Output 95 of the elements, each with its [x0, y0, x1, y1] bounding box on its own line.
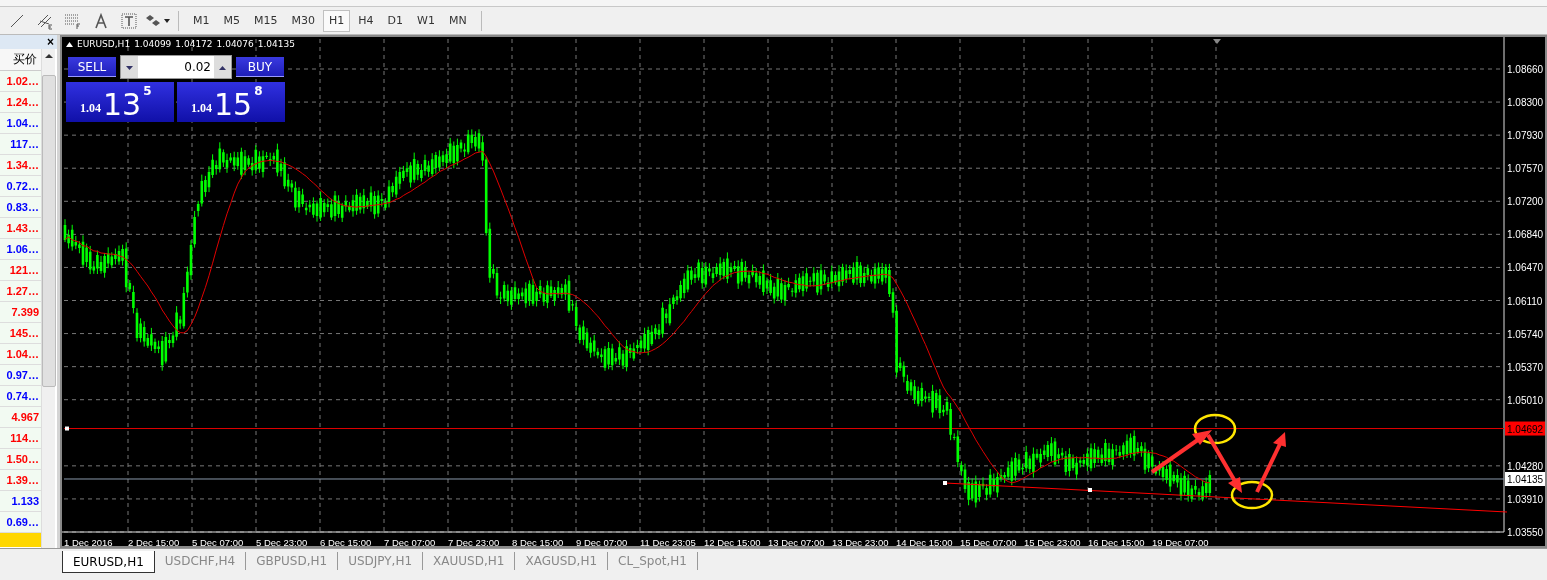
text-tool-icon[interactable]	[94, 12, 108, 29]
column-header[interactable]: 买价	[0, 49, 41, 71]
decrease-button[interactable]	[121, 56, 138, 78]
bid-price-cell[interactable]: 1.04…	[0, 113, 41, 134]
time-axis-label: 15 Dec 07:00	[960, 537, 1017, 546]
price-axis-label: 1.06840	[1507, 229, 1544, 241]
bid-price-cell[interactable]: 7.399	[0, 302, 41, 323]
bid-price-cell[interactable]: 1.50…	[0, 449, 41, 470]
anchor-point[interactable]	[65, 426, 69, 431]
bid-price-cell[interactable]: 1.39…	[0, 470, 41, 491]
bid-price-cell[interactable]: 0.83…	[0, 197, 41, 218]
last-price-badge: 1.04135	[1505, 472, 1545, 486]
time-axis-label: 9 Dec 07:00	[576, 537, 628, 546]
bid-price-cell[interactable]: 0.72…	[0, 176, 41, 197]
bid-price-cell[interactable]: 0.69…	[0, 512, 41, 533]
timeframe-button[interactable]: M30	[285, 9, 321, 32]
sell-button[interactable]: SELL	[68, 57, 116, 77]
timeframe-button[interactable]: MN	[442, 9, 473, 32]
price-chart[interactable]	[62, 37, 1545, 546]
price-axis-label: 1.05740	[1507, 328, 1544, 340]
time-axis-label: 12 Dec 15:00	[704, 537, 761, 546]
price-axis-label: 1.07570	[1507, 163, 1544, 175]
close-button[interactable]: ×	[47, 36, 54, 48]
timeframe-button[interactable]: H4	[352, 9, 380, 32]
time-axis-label: 8 Dec 15:00	[512, 537, 564, 546]
arrow[interactable]	[1206, 434, 1242, 493]
price-axis-label: 1.08660	[1507, 64, 1544, 75]
price-axis-label: 1.06470	[1507, 262, 1544, 274]
scrollbar[interactable]	[41, 49, 55, 548]
bid-price-cell[interactable]: 0.97…	[0, 365, 41, 386]
time-axis-label: 11 Dec 23:05	[640, 537, 696, 546]
time-axis-label: 13 Dec 23:00	[832, 537, 889, 546]
timeframe-button[interactable]: M1	[187, 9, 216, 32]
timeframe-button[interactable]: W1	[411, 9, 441, 32]
bid-price-cell[interactable]: 114…	[0, 428, 41, 449]
price-axis-label: 1.05370	[1507, 361, 1544, 373]
ohlc-value: 1.04099	[134, 39, 172, 49]
bid-price-cell[interactable]: 121…	[0, 260, 41, 281]
time-axis-label: 13 Dec 07:00	[768, 537, 825, 546]
time-axis-label: 16 Dec 15:00	[1088, 537, 1145, 546]
bid-price-cell[interactable]: 1.02…	[0, 71, 41, 92]
time-axis-label: 7 Dec 23:00	[448, 537, 500, 546]
bid-price-cell[interactable]: 145…	[0, 323, 41, 344]
arrows-tool-icon[interactable]	[144, 12, 170, 29]
bid-price-cell[interactable]: 1.04…	[0, 344, 41, 365]
time-axis-label: 2 Dec 15:00	[128, 537, 180, 546]
time-axis-label: 5 Dec 07:00	[192, 537, 244, 546]
bid-price-cell[interactable]: 0.74…	[0, 386, 41, 407]
bid-price-cell[interactable]: 1.27…	[0, 281, 41, 302]
price-axis-label: 1.07200	[1507, 196, 1544, 208]
price-axis-label: 1.06110	[1507, 295, 1543, 307]
bid-price-cell[interactable]: 1.43…	[0, 218, 41, 239]
lot-size-field[interactable]: 0.02	[120, 55, 232, 79]
arrow[interactable]	[1150, 430, 1212, 474]
price-axis-label: 1.05010	[1507, 394, 1544, 406]
price-axis-label: 1.03910	[1507, 493, 1544, 505]
time-axis-label: 7 Dec 07:00	[384, 537, 436, 546]
time-axis-label: 6 Dec 15:00	[320, 537, 372, 546]
time-axis-label: 1 Dec 2016	[64, 537, 113, 546]
chart-shift-marker[interactable]	[1213, 39, 1221, 44]
price-axis-label: 1.07930	[1507, 130, 1544, 142]
price-axis-label: 1.08300	[1507, 97, 1544, 109]
increase-button[interactable]	[214, 56, 231, 78]
buy-button[interactable]: BUY	[236, 57, 284, 77]
chart-symbol: EURUSD,H1	[77, 39, 131, 49]
time-axis-label: 15 Dec 23:00	[1024, 537, 1081, 546]
ohlc-value: 1.04076	[216, 39, 254, 49]
timeframe-button[interactable]: M15	[248, 9, 284, 32]
chart-tab[interactable]: EURUSD,H1	[62, 551, 155, 573]
price-axis-label: 1.03550	[1507, 527, 1544, 538]
bid-price-badge: 1.04692	[1505, 421, 1545, 436]
highlight-ellipse[interactable]	[1193, 413, 1237, 445]
bid-price-cell[interactable]: 1.133	[0, 491, 41, 512]
price-axis-label: 1.04280	[1507, 460, 1544, 472]
timeframe-button[interactable]: D1	[381, 9, 410, 32]
bid-price-cell[interactable]: 4.967	[0, 407, 41, 428]
text-label-icon[interactable]	[121, 12, 137, 29]
ohlc-value: 1.04135	[257, 39, 295, 49]
bid-price-cell[interactable]: 1.24…	[0, 92, 41, 113]
timeframe-button[interactable]: M5	[217, 9, 246, 32]
time-axis-label: 19 Dec 07:00	[1152, 537, 1209, 546]
caret-up-icon[interactable]	[219, 65, 226, 70]
timeframe-button[interactable]: H1	[323, 9, 351, 32]
time-axis-label: 5 Dec 23:00	[256, 537, 308, 546]
arrow[interactable]	[1255, 432, 1286, 493]
bid-price-cell[interactable]: 1.06…	[0, 239, 41, 260]
collapse-icon[interactable]	[66, 41, 73, 47]
caret-down-icon[interactable]	[126, 65, 133, 70]
line-tool-icon[interactable]	[9, 12, 25, 29]
bid-price-cell[interactable]: 1.34…	[0, 155, 41, 176]
bid-price-cell[interactable]: 117…	[0, 134, 41, 155]
ohlc-value: 1.04172	[175, 39, 213, 49]
scroll-up-icon[interactable]	[44, 53, 53, 59]
time-axis-label: 14 Dec 15:00	[896, 537, 953, 546]
highlight-ellipse[interactable]	[1230, 480, 1274, 510]
